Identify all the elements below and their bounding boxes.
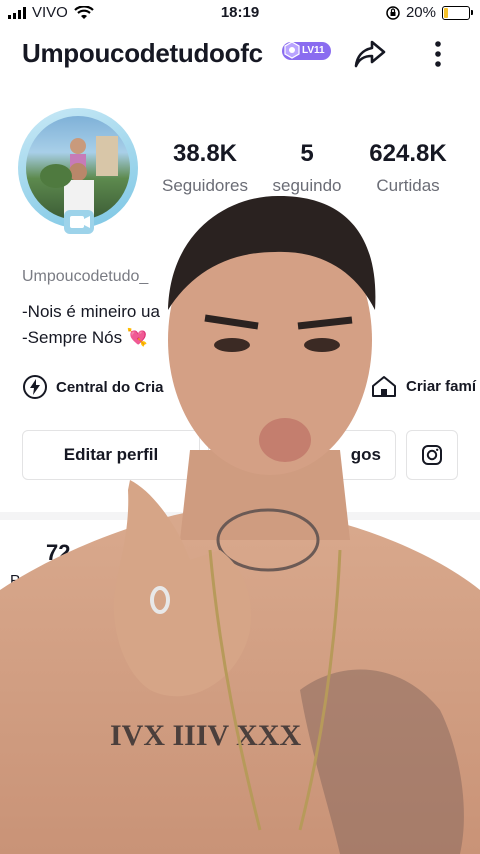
stat-following[interactable]: 5 seguindo — [262, 140, 352, 196]
status-bar: VIVO 18:19 20% — [0, 0, 480, 26]
rotation-lock-icon — [386, 5, 400, 20]
lightning-icon — [23, 375, 47, 399]
more-vertical-icon[interactable] — [420, 36, 456, 72]
svg-text:IVX IIIV XXX: IVX IIIV XXX — [110, 719, 301, 752]
level-badge-text: LV11 — [302, 45, 325, 56]
instagram-button[interactable] — [406, 430, 458, 480]
bio-line-2: -Sempre Nós 💘 — [22, 328, 149, 347]
level-gem-icon — [284, 41, 300, 59]
stat-likes[interactable]: 624.8K Curtidas — [360, 140, 456, 196]
following-label: seguindo — [272, 176, 342, 195]
avatar-photo — [26, 116, 130, 220]
edit-profile-button[interactable]: Editar perfil — [22, 430, 200, 480]
instagram-icon — [422, 445, 442, 465]
friends-button-label: gos — [350, 445, 381, 464]
followers-count: 38.8K — [172, 140, 238, 167]
bio-display-name-end: o — [364, 268, 373, 285]
bio-display-name: Umpoucodetudo_ — [22, 268, 149, 285]
video-badge-icon — [64, 210, 94, 234]
profile-avatar[interactable] — [18, 108, 140, 238]
likes-label: Curtidas — [376, 176, 440, 195]
battery-icon — [442, 5, 473, 20]
stat-followers[interactable]: 38.8K Seguidores — [158, 140, 252, 196]
create-family-label: Criar famí — [406, 377, 477, 395]
section-divider — [0, 512, 480, 520]
followers-label: Seguidores — [161, 176, 248, 195]
posts-label: Publi — [10, 572, 44, 589]
profile-header: Umpoucodetudoofc LV11 — [0, 28, 480, 78]
creator-center-link[interactable]: Central do Cria — [22, 374, 164, 400]
share-arrow-icon[interactable] — [352, 36, 388, 72]
avatar-image — [40, 136, 118, 220]
camera-overlay-person: IVX IIIV XXX — [0, 195, 480, 854]
profile-username[interactable]: Umpoucodetudoofc — [22, 38, 263, 69]
likes-count: 624.8K — [369, 140, 447, 167]
posts-count: 72 — [46, 540, 71, 565]
creator-center-label: Central do Cria — [56, 378, 164, 396]
level-badge[interactable]: LV11 — [282, 41, 331, 60]
create-family-link[interactable]: Criar famí — [370, 374, 476, 398]
friends-button[interactable]: gos — [208, 430, 396, 480]
following-count: 5 — [300, 140, 314, 167]
edit-profile-label: Editar perfil — [63, 445, 159, 464]
family-house-icon — [372, 376, 396, 397]
battery-percent: 20% — [405, 4, 436, 21]
bio-line-1: -Nois é mineiro ua — [22, 302, 160, 321]
